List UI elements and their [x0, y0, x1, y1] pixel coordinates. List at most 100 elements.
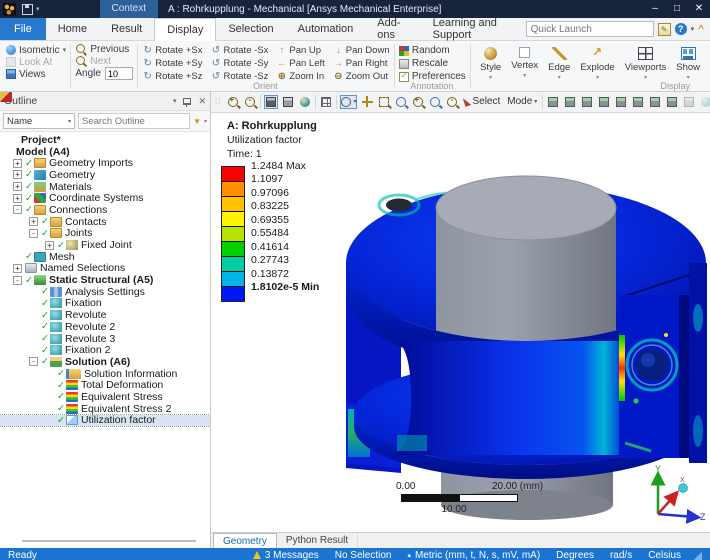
views-button[interactable]: Views [6, 68, 66, 80]
selection-indicator[interactable]: No Selection [335, 550, 392, 560]
resize-grip[interactable] [693, 551, 702, 560]
rotate-plus-sy-button[interactable]: ↻Rotate +Sy [142, 58, 202, 69]
zoom-out-icon[interactable] [243, 95, 257, 109]
ribbon-tab[interactable]: Home [46, 18, 99, 40]
tree-item[interactable]: ✓ Revolute [0, 309, 210, 321]
box-zoom-icon[interactable] [377, 95, 391, 109]
orientation-triad[interactable]: X Y Z [636, 462, 708, 528]
flood-select-icon[interactable] [699, 95, 710, 109]
filter-body-icon[interactable] [597, 95, 611, 109]
filter-face-icon[interactable] [580, 95, 594, 109]
isometric-button[interactable]: Isometric▾ [6, 44, 66, 56]
outline-menu-caret-icon[interactable]: ▾ [173, 97, 177, 105]
tree-item[interactable]: ✓ Solution Information [0, 368, 210, 380]
ribbon-tab[interactable]: Learning and Support [421, 18, 526, 40]
close-button[interactable]: ✕ [688, 0, 710, 18]
tree-item[interactable]: ✓ Solution (A6) [0, 356, 210, 368]
shaded-exterior-icon[interactable] [281, 95, 295, 109]
tree-item[interactable]: ✓ Static Structural (A5) [0, 274, 210, 286]
tree-item[interactable]: ✓ Equivalent Stress 2 [0, 403, 210, 415]
tree-item[interactable]: ✓ Analysis Settings [0, 286, 210, 298]
feedback-icon[interactable]: ✎ [658, 23, 671, 36]
edge-button[interactable]: Edge▾ [543, 44, 575, 81]
separator[interactable] [542, 95, 543, 109]
random-button[interactable]: Random [399, 44, 466, 57]
tree-item[interactable]: ✓ Materials [0, 181, 210, 193]
close-panel-icon[interactable]: ✕ [198, 96, 206, 107]
toolbar-drag-handle[interactable]: ⁞⁞ [215, 97, 221, 106]
separator[interactable] [260, 95, 261, 109]
outline-search-input[interactable] [78, 113, 190, 129]
ribbon-tab[interactable]: Selection [216, 18, 285, 40]
ribbon-tab[interactable]: Result [99, 18, 154, 40]
tree-item[interactable]: ✓ Project* [0, 134, 210, 146]
tree-item[interactable]: ✓ Fixed Joint [0, 239, 210, 251]
previous-button[interactable]: Previous [75, 44, 133, 56]
tree-expander[interactable] [13, 194, 22, 203]
outline-hscrollbar[interactable] [22, 540, 196, 542]
tree-expander[interactable] [13, 182, 22, 191]
select-cursor-icon[interactable]: Select [462, 95, 502, 109]
search-field-selector[interactable]: Name▾ [3, 113, 75, 129]
tree-expander[interactable] [29, 217, 38, 226]
viewport-grid-icon[interactable] [319, 95, 333, 109]
filter-element-face-icon[interactable] [648, 95, 662, 109]
maximize-button[interactable]: □ [666, 0, 688, 18]
angular-velocity-unit-indicator[interactable]: rad/s [610, 550, 632, 560]
graphics-area[interactable]: A: Rohrkupplung Utilization factor Time:… [211, 113, 710, 532]
tree-item[interactable]: ✓ Contacts [0, 216, 210, 228]
tree-item[interactable]: ✓ Geometry [0, 169, 210, 181]
zoom-previous-icon[interactable] [445, 95, 459, 109]
next-button[interactable]: Next [75, 56, 133, 68]
tree-item[interactable]: ✓ Revolute 3 [0, 333, 210, 345]
minimize-button[interactable]: – [644, 0, 666, 18]
ribbon-tab[interactable]: Display [154, 18, 216, 41]
filter-element-icon[interactable] [631, 95, 645, 109]
viewports-button[interactable]: Viewports▾ [620, 44, 672, 81]
tree-item[interactable]: ✓ Equivalent Stress [0, 391, 210, 403]
vertex-button[interactable]: Vertex▾ [506, 44, 543, 81]
tree-expander[interactable] [13, 264, 22, 273]
zoom-selection-icon[interactable] [411, 95, 425, 109]
tree-item[interactable]: ✓ Named Selections [0, 263, 210, 275]
search-filter-icon[interactable]: ▼ [193, 117, 201, 126]
tree-item[interactable]: ✓ Mesh [0, 251, 210, 263]
tree-expander[interactable] [29, 357, 38, 366]
rotate-minus-sy-button[interactable]: ↺Rotate -Sy [210, 58, 268, 69]
tree-expander[interactable] [13, 159, 22, 168]
units-indicator[interactable]: ▴Metric (mm, t, N, s, mV, mA) [407, 550, 540, 560]
filter-vertex-icon[interactable] [546, 95, 560, 109]
pan-right-button[interactable]: →Pan Right [333, 58, 390, 69]
filter-mesh-icon[interactable] [665, 95, 679, 109]
zoom-object-icon[interactable] [428, 95, 442, 109]
tree-item[interactable]: ✓ Joints [0, 228, 210, 240]
document-tab[interactable]: Geometry [213, 533, 277, 548]
shaded-exterior-edges-icon[interactable] [264, 95, 278, 109]
tree-item[interactable]: ✓ Revolute 2 [0, 321, 210, 333]
tree-item[interactable]: ✓ Fixation [0, 298, 210, 310]
collapse-ribbon-icon[interactable]: ^ [698, 24, 704, 35]
tree-expander[interactable] [13, 276, 22, 285]
angle-input[interactable] [105, 67, 133, 80]
tree-item[interactable]: ✓ Fixation 2 [0, 344, 210, 356]
zoom-fit-icon[interactable] [394, 95, 408, 109]
rotate-minus-sx-button[interactable]: ↺Rotate -Sx [210, 45, 268, 56]
tree-item[interactable]: ✓ Model (A4) [0, 146, 210, 158]
rotate-plus-sx-button[interactable]: ↻Rotate +Sx [142, 45, 202, 56]
help-icon[interactable]: ? [675, 23, 687, 35]
material-appearance-icon[interactable] [298, 95, 312, 109]
show-button[interactable]: Show▾ [671, 44, 705, 81]
save-icon[interactable] [22, 4, 33, 15]
ribbon-tab[interactable]: Add-ons [365, 18, 420, 40]
tree-item[interactable]: ✓ Total Deformation [0, 379, 210, 391]
mode-dropdown[interactable]: Mode [505, 95, 539, 109]
tree-expander[interactable] [13, 205, 22, 214]
messages-indicator[interactable]: 3 Messages [253, 550, 319, 560]
angle-unit-indicator[interactable]: Degrees [556, 550, 594, 560]
tab-file[interactable]: File [0, 18, 46, 40]
zoom-in-icon[interactable] [226, 95, 240, 109]
search-options-caret-icon[interactable]: ▾ [204, 118, 207, 125]
look-at-button[interactable]: Look At [6, 56, 66, 68]
filter-edge-icon[interactable] [563, 95, 577, 109]
tree-expander[interactable] [13, 170, 22, 179]
